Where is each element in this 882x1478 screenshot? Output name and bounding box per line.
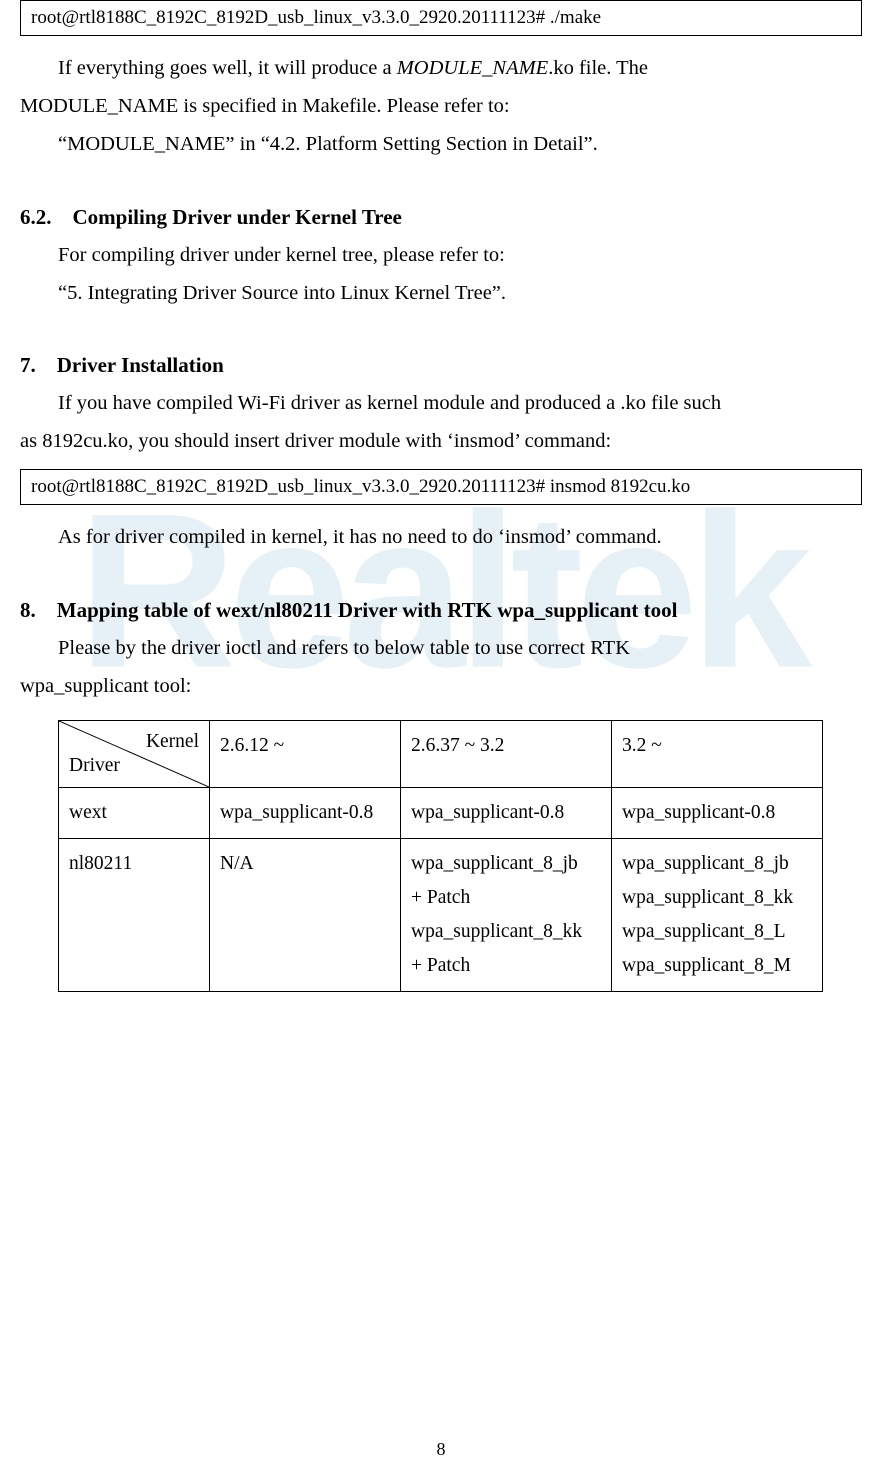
text: wpa_supplicant_8_M	[622, 949, 812, 983]
text: + Patch	[411, 949, 601, 983]
page-number: 8	[0, 1439, 882, 1460]
paragraph: For compiling driver under kernel tree, …	[20, 237, 862, 275]
diagonal-header-cell: Kernel Driver	[59, 720, 210, 787]
paragraph: “MODULE_NAME” in “4.2. Platform Setting …	[20, 126, 862, 164]
paragraph: as 8192cu.ko, you should insert driver m…	[20, 423, 862, 461]
paragraph: Please by the driver ioctl and refers to…	[20, 630, 862, 668]
col-header: 2.6.12 ~	[210, 720, 401, 787]
text: wpa_supplicant_8_jb	[622, 847, 812, 881]
text: wpa_supplicant_8_kk	[622, 881, 812, 915]
heading-7: 7. Driver Installation	[20, 346, 862, 385]
text: wpa_supplicant_8_jb	[411, 847, 601, 881]
mapping-table: Kernel Driver 2.6.12 ~ 2.6.37 ~ 3.2 3.2 …	[58, 720, 823, 993]
paragraph: If everything goes well, it will produce…	[20, 50, 862, 88]
cell: wpa_supplicant-0.8	[612, 787, 823, 838]
cell: N/A	[210, 838, 401, 992]
cell: wpa_supplicant-0.8	[210, 787, 401, 838]
col-header: 3.2 ~	[612, 720, 823, 787]
paragraph: MODULE_NAME is specified in Makefile. Pl…	[20, 88, 862, 126]
text: wpa_supplicant_8_L	[622, 915, 812, 949]
table-row: wext wpa_supplicant-0.8 wpa_supplicant-0…	[59, 787, 823, 838]
paragraph: wpa_supplicant tool:	[20, 668, 862, 706]
paragraph: “5. Integrating Driver Source into Linux…	[20, 275, 862, 313]
col-header: 2.6.37 ~ 3.2	[401, 720, 612, 787]
heading-6-2: 6.2. Compiling Driver under Kernel Tree	[20, 198, 862, 237]
command-box-insmod: root@rtl8188C_8192C_8192D_usb_linux_v3.3…	[20, 469, 862, 505]
row-axis-label: Driver	[69, 749, 120, 783]
text: .ko file. The	[548, 57, 648, 79]
row-header: wext	[59, 787, 210, 838]
table-header-row: Kernel Driver 2.6.12 ~ 2.6.37 ~ 3.2 3.2 …	[59, 720, 823, 787]
table-row: nl80211 N/A wpa_supplicant_8_jb + Patch …	[59, 838, 823, 992]
text: If everything goes well, it will produce…	[58, 57, 397, 79]
command-box-make: root@rtl8188C_8192C_8192D_usb_linux_v3.3…	[20, 0, 862, 36]
paragraph: If you have compiled Wi-Fi driver as ker…	[20, 385, 862, 423]
cell: wpa_supplicant_8_jb wpa_supplicant_8_kk …	[612, 838, 823, 992]
text: wpa_supplicant_8_kk	[411, 915, 601, 949]
cell: wpa_supplicant_8_jb + Patch wpa_supplica…	[401, 838, 612, 992]
row-header: nl80211	[59, 838, 210, 992]
text: + Patch	[411, 881, 601, 915]
paragraph: As for driver compiled in kernel, it has…	[20, 519, 862, 557]
heading-8: 8. Mapping table of wext/nl80211 Driver …	[20, 591, 862, 630]
module-name-italic: MODULE_NAME	[397, 57, 548, 79]
cell: wpa_supplicant-0.8	[401, 787, 612, 838]
col-axis-label: Kernel	[146, 725, 199, 759]
